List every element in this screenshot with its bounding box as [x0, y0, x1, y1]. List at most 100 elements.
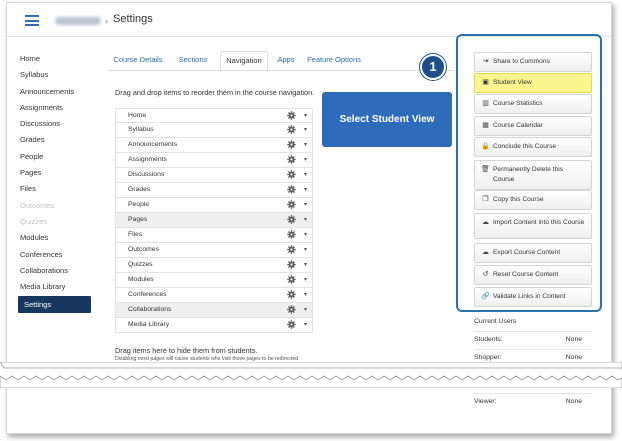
- caret-down-icon[interactable]: ▾: [304, 228, 307, 242]
- hidden-items-heading: Drag items here to hide them from studen…: [115, 346, 258, 355]
- caret-down-icon[interactable]: ▾: [304, 273, 307, 287]
- nav-item-home[interactable]: Home ▾: [115, 108, 313, 123]
- navigation-list: Home ▾ Syllabus ▾ Announcements ▾ Assignments ▾…: [115, 108, 313, 333]
- caret-down-icon[interactable]: ▾: [304, 258, 307, 272]
- caret-down-icon[interactable]: ▾: [304, 288, 307, 302]
- caret-down-icon[interactable]: ▾: [304, 153, 307, 167]
- gear-icon[interactable]: [287, 200, 296, 209]
- sidebar-item-assignments[interactable]: Assignments: [18, 100, 92, 116]
- sidebar-item-collaborations[interactable]: Collaborations: [18, 263, 92, 279]
- share-to-commons-button[interactable]: ⇥ Share to Commons: [474, 52, 592, 72]
- nav-item-label: Quizzes: [128, 261, 153, 268]
- nav-item-grades[interactable]: Grades ▾: [115, 183, 313, 198]
- nav-item-label: Media Library: [128, 321, 170, 328]
- gear-icon[interactable]: [287, 125, 296, 134]
- nav-item-label: Syllabus: [128, 126, 154, 133]
- nav-item-modules[interactable]: Modules ▾: [115, 273, 313, 288]
- nav-item-people[interactable]: People ▾: [115, 198, 313, 213]
- copy-this-course-button[interactable]: ❐ Copy this Course: [474, 190, 592, 210]
- nav-item-outcomes[interactable]: Outcomes ▾: [115, 243, 313, 258]
- caret-down-icon[interactable]: ▾: [304, 183, 307, 197]
- student-view-button[interactable]: ▣ Student View: [474, 73, 592, 93]
- tab-course-details[interactable]: Course Details: [108, 51, 168, 71]
- nav-item-syllabus[interactable]: Syllabus ▾: [115, 123, 313, 138]
- gear-icon[interactable]: [287, 170, 296, 179]
- gear-icon[interactable]: [287, 140, 296, 149]
- gear-icon[interactable]: [287, 260, 296, 269]
- tab-navigation[interactable]: Navigation: [220, 51, 268, 71]
- tab-sections[interactable]: Sections: [170, 51, 216, 71]
- course-calendar-button[interactable]: ▦ Course Calendar: [474, 116, 592, 136]
- sidebar-item-outcomes: Outcomes: [20, 200, 55, 210]
- sidebar-item-pages[interactable]: Pages: [18, 165, 92, 181]
- export-course-content-button[interactable]: ☁ Export Course Content: [474, 243, 592, 263]
- gear-icon[interactable]: [287, 185, 296, 194]
- course-statistics-button[interactable]: ▥ Course Statistics: [474, 94, 592, 114]
- nav-item-assignments[interactable]: Assignments ▾: [115, 153, 313, 168]
- gear-icon[interactable]: [287, 215, 296, 224]
- sidebar-item-files[interactable]: Files: [18, 181, 92, 197]
- sidebar-item-modules[interactable]: Modules: [18, 230, 92, 246]
- caret-down-icon[interactable]: ▾: [304, 318, 307, 332]
- statistics-icon: ▥: [482, 100, 489, 107]
- course-breadcrumb-blurred[interactable]: [55, 17, 101, 25]
- nav-item-collaborations[interactable]: Collaborations ▾: [115, 303, 313, 318]
- sidebar-item-discussions[interactable]: Discussions: [18, 116, 92, 132]
- permanently-delete-this-course-button[interactable]: 🗑 Permanently Delete this Course: [474, 160, 592, 190]
- nav-item-label: Grades: [128, 186, 151, 193]
- nav-item-label: Outcomes: [128, 246, 159, 253]
- validate-links-in-content-button[interactable]: 🔗 Validate Links in Content: [474, 287, 592, 307]
- nav-item-discussions[interactable]: Discussions ▾: [115, 168, 313, 183]
- action-label: Reset Course Content: [493, 271, 559, 278]
- import-content-into-this-course-button[interactable]: ☁ Import Content into this Course: [474, 213, 592, 239]
- hamburger-menu-icon[interactable]: [25, 15, 39, 26]
- gear-icon[interactable]: [287, 230, 296, 239]
- nav-item-quizzes[interactable]: Quizzes ▾: [115, 258, 313, 273]
- nav-item-label: People: [128, 201, 150, 208]
- sidebar-item-people[interactable]: People: [18, 149, 92, 165]
- page-title: Settings: [113, 13, 153, 25]
- user-type-label: Students:: [474, 336, 503, 343]
- tab-apps[interactable]: Apps: [270, 51, 302, 71]
- select-student-view-callout: Select Student View: [322, 92, 452, 147]
- user-count-row: Students: None: [474, 331, 592, 347]
- nav-item-conferences[interactable]: Conferences ▾: [115, 288, 313, 303]
- sidebar-item-syllabus[interactable]: Syllabus: [18, 67, 92, 83]
- course-sidebar: Home Syllabus Announcements Assignments Disc…: [18, 51, 92, 314]
- caret-down-icon[interactable]: ▾: [304, 123, 307, 137]
- nav-item-pages[interactable]: Pages ▾: [115, 213, 313, 228]
- sidebar-item-conferences[interactable]: Conferences: [18, 247, 92, 263]
- gear-icon[interactable]: [287, 111, 296, 120]
- share-icon: ⇥: [482, 58, 489, 65]
- caret-down-icon[interactable]: ▾: [304, 109, 307, 123]
- nav-item-label: Home: [128, 112, 147, 119]
- cloud-download-icon: ☁: [482, 249, 489, 256]
- sidebar-item-announcements[interactable]: Announcements: [18, 84, 92, 100]
- gear-icon[interactable]: [287, 290, 296, 299]
- nav-item-announcements[interactable]: Announcements ▾: [115, 138, 313, 153]
- action-label: Copy this Course: [493, 196, 544, 203]
- sidebar-item-home[interactable]: Home: [18, 51, 92, 67]
- reset-course-content-button[interactable]: ↺ Reset Course Content: [474, 265, 592, 285]
- caret-down-icon[interactable]: ▾: [304, 138, 307, 152]
- gear-icon[interactable]: [287, 275, 296, 284]
- caret-down-icon[interactable]: ▾: [304, 243, 307, 257]
- sidebar-item-grades[interactable]: Grades: [18, 132, 92, 148]
- lock-icon: 🔒: [481, 143, 490, 150]
- action-label: Permanently Delete this Course: [493, 166, 564, 183]
- tab-feature-options[interactable]: Feature Options: [304, 51, 364, 71]
- gear-icon[interactable]: [287, 155, 296, 164]
- step-number-badge: 1: [420, 54, 446, 80]
- gear-icon[interactable]: [287, 305, 296, 314]
- sidebar-item-settings[interactable]: Settings: [18, 296, 91, 314]
- conclude-this-course-button[interactable]: 🔒 Conclude this Course: [474, 137, 592, 157]
- nav-item-files[interactable]: Files ▾: [115, 228, 313, 243]
- gear-icon[interactable]: [287, 320, 296, 329]
- caret-down-icon[interactable]: ▾: [304, 198, 307, 212]
- gear-icon[interactable]: [287, 245, 296, 254]
- caret-down-icon[interactable]: ▾: [304, 168, 307, 182]
- sidebar-item-media-library[interactable]: Media Library: [18, 279, 92, 295]
- caret-down-icon[interactable]: ▾: [304, 213, 307, 227]
- caret-down-icon[interactable]: ▾: [304, 303, 307, 317]
- nav-item-media-library[interactable]: Media Library ▾: [115, 318, 313, 333]
